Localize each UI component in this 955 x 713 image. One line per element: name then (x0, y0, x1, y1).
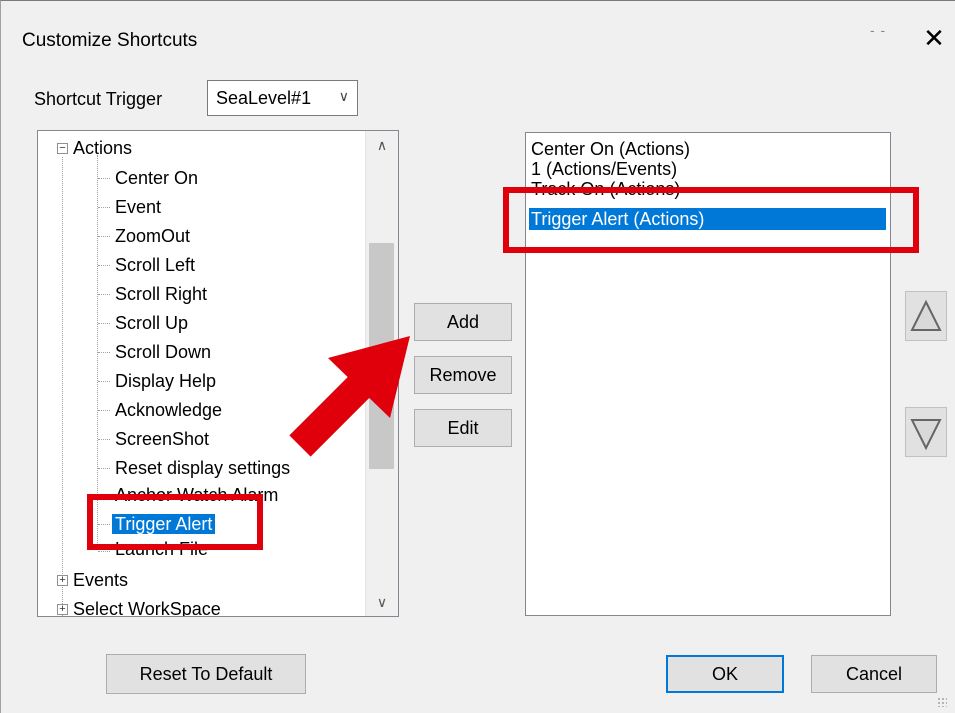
shortcut-trigger-select[interactable]: SeaLevel#1 ∨ (207, 80, 358, 116)
move-up-button[interactable] (905, 291, 947, 341)
tree-guide-line (98, 468, 110, 469)
tree-guide-line (98, 551, 110, 552)
ok-button[interactable]: OK (666, 655, 784, 693)
dialog-title: Customize Shortcuts (22, 30, 198, 51)
tree-node-select-workspace[interactable]: Select WorkSpace (73, 597, 221, 616)
reset-to-default-button[interactable]: Reset To Default (106, 654, 306, 694)
tree-node-scroll-left[interactable]: Scroll Left (115, 253, 195, 277)
triangle-up-icon (910, 299, 942, 331)
expand-icon[interactable]: + (57, 604, 68, 615)
tree-node-actions[interactable]: Actions (73, 136, 132, 160)
tree-guide-line (98, 178, 110, 179)
list-item[interactable]: 1 (Actions/Events) (531, 159, 677, 179)
tree-node-reset-display-settings[interactable]: Reset display settings (115, 456, 290, 480)
cancel-button-label: Cancel (845, 664, 903, 684)
arrow-annotation-icon (289, 336, 410, 457)
tree-node-acknowledge[interactable]: Acknowledge (115, 398, 222, 422)
tree-guide-line (98, 381, 110, 382)
tree-guide-line (97, 155, 98, 545)
resize-grip[interactable] (937, 697, 947, 707)
tree-node-event[interactable]: Event (115, 195, 161, 219)
ok-button-label: OK (711, 664, 738, 684)
tree-guide-line (98, 207, 110, 208)
tree-node-zoomout[interactable]: ZoomOut (115, 224, 190, 248)
tree-guide-line (98, 265, 110, 266)
cancel-button[interactable]: Cancel (811, 655, 937, 693)
tree-node-scroll-up[interactable]: Scroll Up (115, 311, 188, 335)
move-down-button[interactable] (905, 407, 947, 457)
list-item[interactable]: Center On (Actions) (531, 139, 690, 159)
tree-node-display-help[interactable]: Display Help (115, 369, 216, 393)
highlight-box-tree (87, 494, 263, 550)
tree-guide-line (98, 352, 110, 353)
close-icon[interactable]: ✕ (922, 24, 946, 52)
tree-guide-line (98, 439, 110, 440)
reset-button-label: Reset To Default (139, 664, 273, 684)
tree-guide-line (62, 157, 63, 616)
scroll-up-icon[interactable]: ∧ (366, 131, 398, 159)
shortcut-trigger-label: Shortcut Trigger (34, 89, 163, 109)
tree-node-scroll-right[interactable]: Scroll Right (115, 282, 207, 306)
tree-guide-line (98, 294, 110, 295)
triangle-down-icon (910, 419, 942, 451)
tree-guide-line (98, 236, 110, 237)
highlight-box-list (503, 187, 919, 253)
expand-icon[interactable]: + (57, 575, 68, 586)
tree-guide-line (98, 323, 110, 324)
chevron-down-icon: ∨ (338, 88, 349, 104)
scroll-down-icon[interactable]: ∨ (366, 588, 398, 616)
tree-node-scroll-down[interactable]: Scroll Down (115, 340, 211, 364)
title-decoration: - - (870, 22, 887, 38)
shortcut-trigger-value: SeaLevel#1 (216, 88, 312, 108)
tree-node-screenshot[interactable]: ScreenShot (115, 427, 209, 451)
collapse-icon[interactable]: − (57, 143, 68, 154)
tree-node-center-on[interactable]: Center On (115, 166, 198, 190)
tree-guide-line (98, 410, 110, 411)
tree-node-events[interactable]: Events (73, 568, 128, 592)
